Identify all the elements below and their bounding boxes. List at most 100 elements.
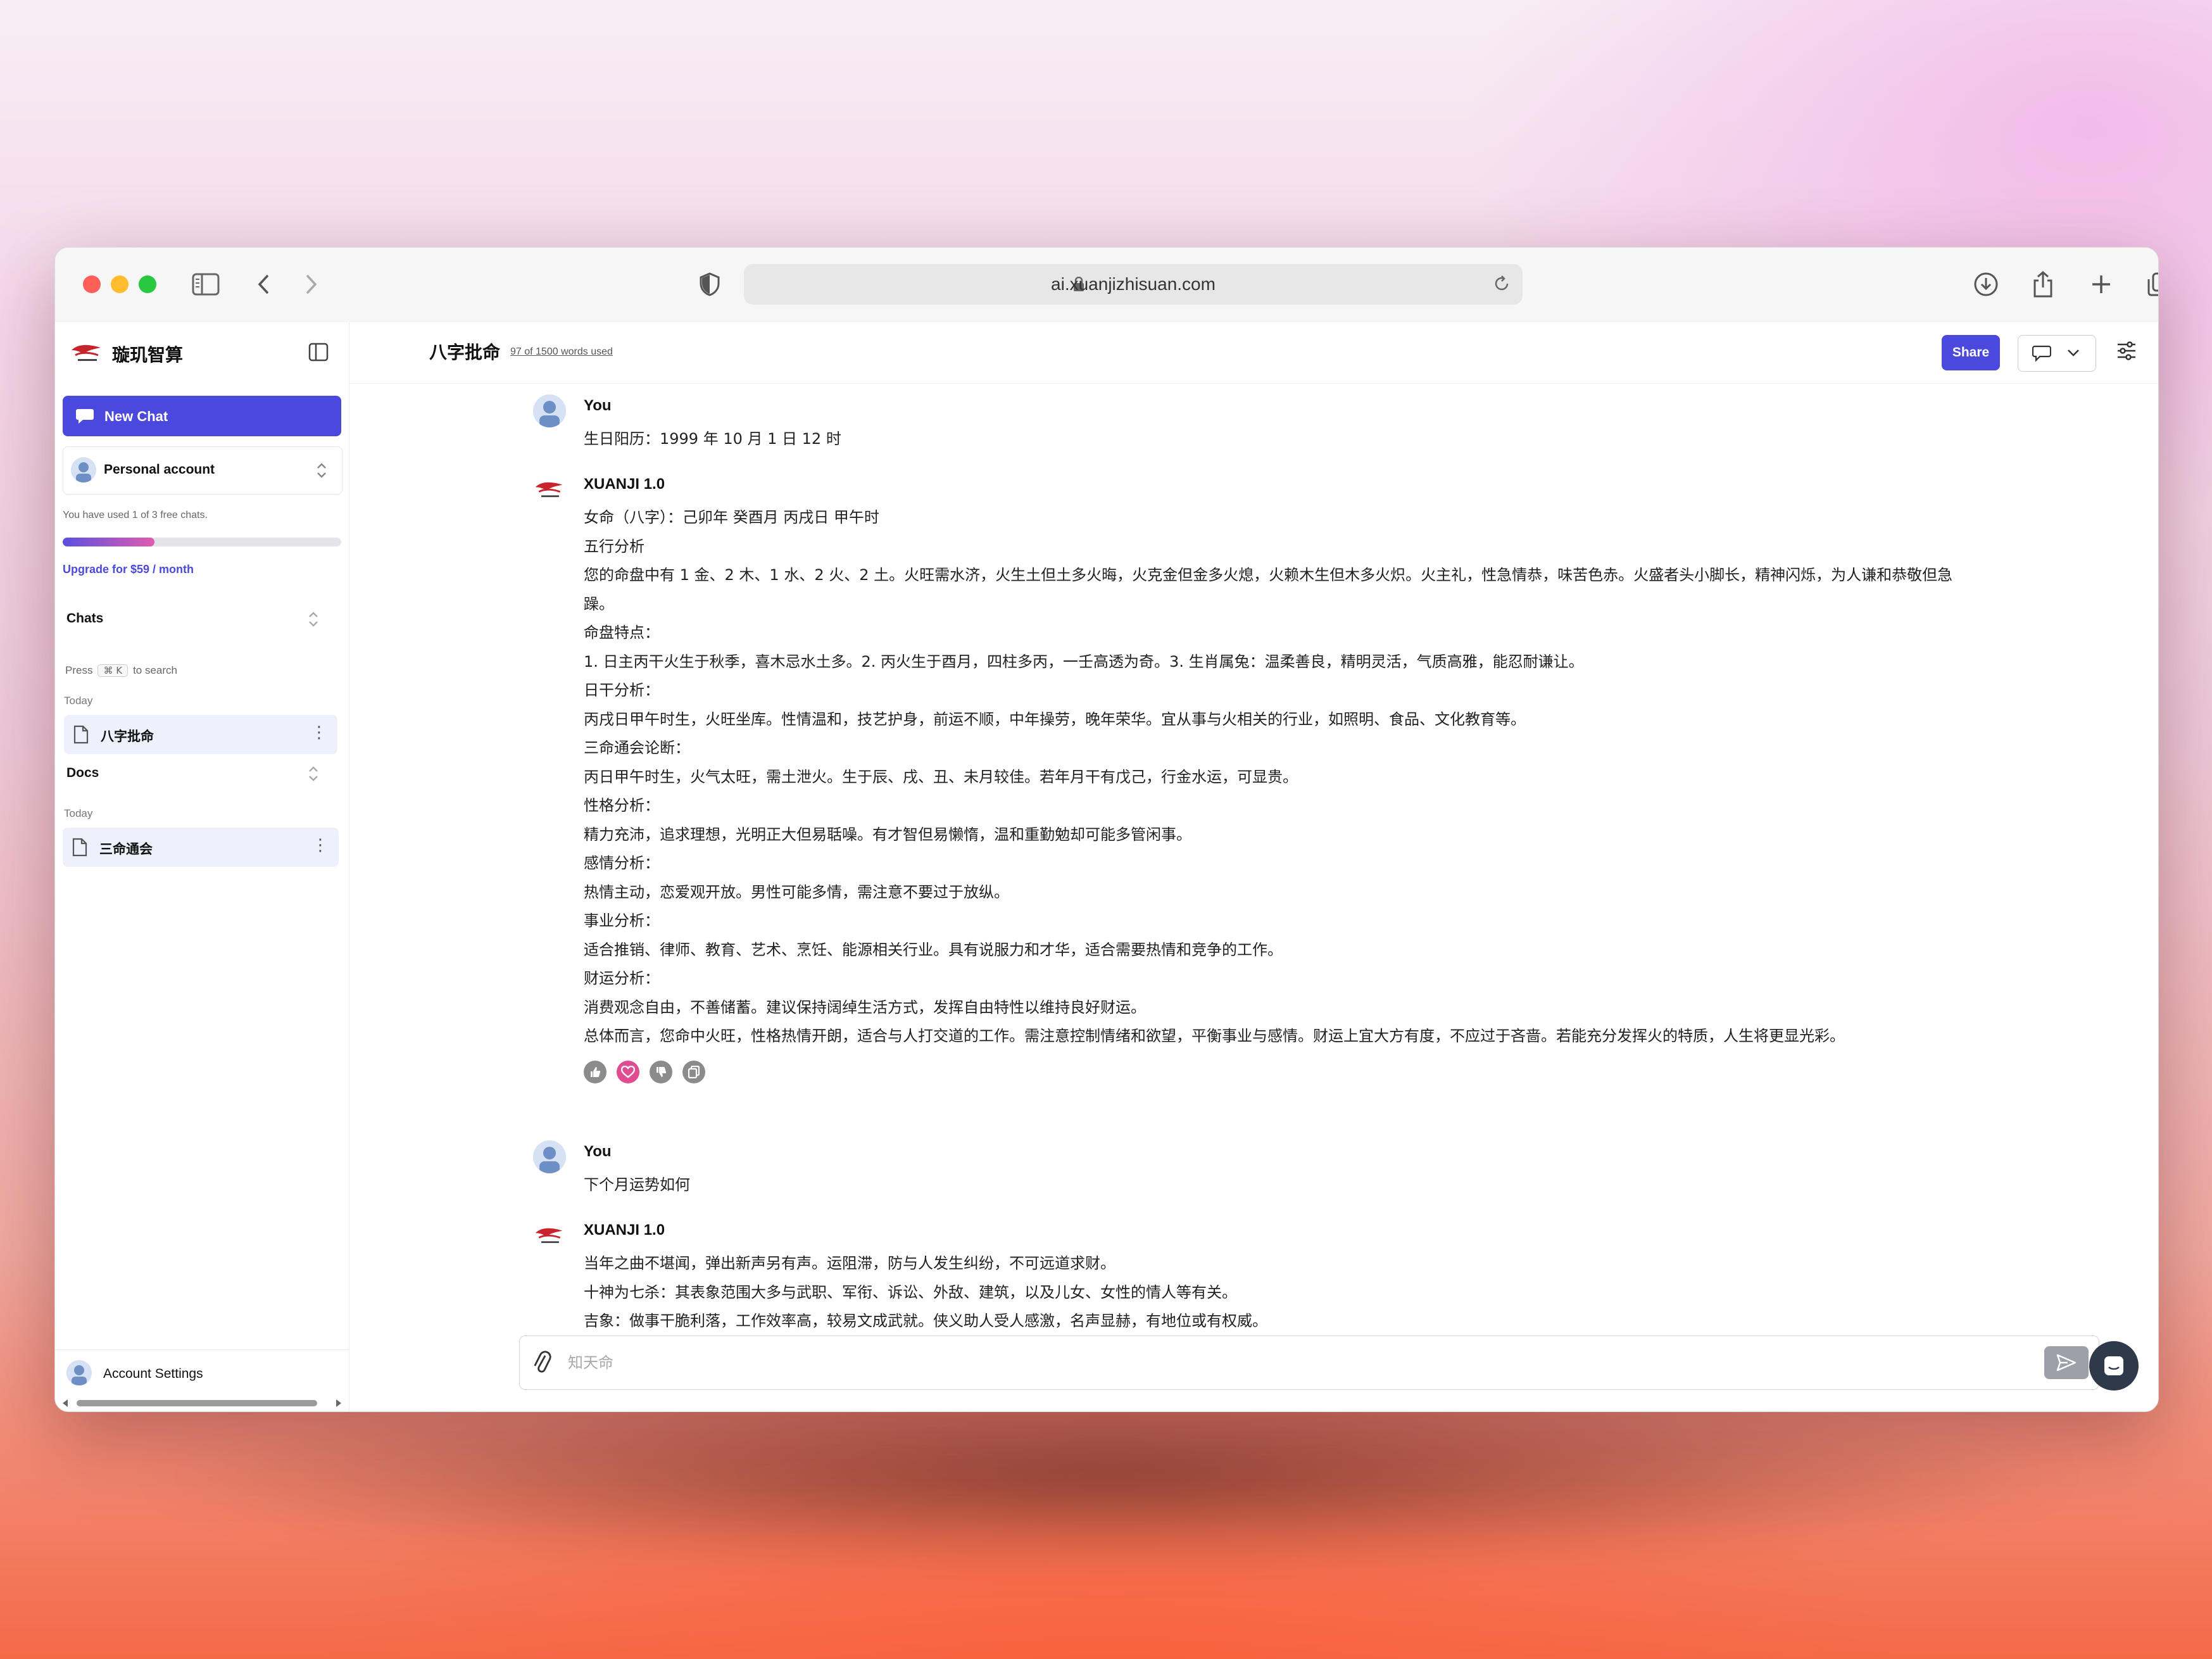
message-line: 精力充沛，追求理想，光明正大但易聒噪。有才智但易懒惰，温和重勤勉却可能多管闲事。 bbox=[584, 825, 1191, 843]
search-hint-post: to search bbox=[133, 664, 178, 676]
chats-chevron-updown-icon[interactable] bbox=[307, 610, 320, 632]
message-line: 吉象：做事干脆利落，工作效率高，较易文成武就。侠义助人受人感激，名声显赫，有地位… bbox=[584, 1312, 1267, 1330]
doc-item-label: 三命通会 bbox=[99, 842, 153, 857]
brand-name: 璇玑智算 bbox=[112, 345, 184, 365]
back-icon[interactable] bbox=[249, 269, 279, 300]
send-icon bbox=[2056, 1354, 2077, 1372]
words-used-link[interactable]: 97 of 1500 words used bbox=[510, 346, 613, 358]
browser-titlebar: ai.xuanjizhisuan.com bbox=[55, 248, 2158, 323]
minimize-window-button[interactable] bbox=[111, 275, 129, 293]
thumbs-down-icon[interactable] bbox=[650, 1061, 672, 1083]
docs-section-title[interactable]: Docs bbox=[66, 766, 99, 781]
sender-name: XUANJI 1.0 bbox=[584, 1221, 665, 1239]
message-line: 消费观念自由，不善储蓄。建议保持阔绰生活方式，发挥自由特性以维持良好财运。 bbox=[584, 998, 1146, 1016]
download-icon[interactable] bbox=[1971, 269, 2001, 300]
doc-item[interactable]: 三命通会 ⋮ bbox=[63, 828, 339, 867]
message-line: 生日阳历：1999 年 10 月 1 日 12 时 bbox=[584, 430, 841, 448]
chat-item-label: 八字批命 bbox=[101, 729, 154, 744]
new-chat-button[interactable]: New Chat bbox=[63, 396, 341, 436]
new-tab-icon[interactable] bbox=[2086, 269, 2116, 300]
search-hint: Press ⌘ K to search bbox=[65, 664, 177, 677]
message-line: 丙戌日甲午时生，火旺坐库。性情温和，技艺护身，前运不顺，中年操劳，晚年荣华。宜从… bbox=[584, 710, 1526, 728]
page-title: 八字批命 bbox=[429, 343, 501, 362]
chats-section-title[interactable]: Chats bbox=[66, 611, 103, 626]
message-line: 丙日甲午时生，火气太旺，需土泄火。生于辰、戌、丑、未月较佳。若年月干有戊己，行金… bbox=[584, 767, 1298, 786]
user-avatar bbox=[533, 1140, 566, 1173]
assistant-logo bbox=[533, 473, 566, 506]
account-settings[interactable]: Account Settings bbox=[55, 1349, 349, 1394]
account-settings-label: Account Settings bbox=[103, 1366, 203, 1381]
comment-icon bbox=[2032, 345, 2051, 362]
docs-chevron-updown-icon[interactable] bbox=[307, 764, 320, 786]
scrollbar-thumb[interactable] bbox=[77, 1400, 317, 1406]
new-chat-label: New Chat bbox=[104, 408, 168, 424]
chat-mode-dropdown[interactable] bbox=[2018, 335, 2096, 372]
scroll-right-icon[interactable] bbox=[335, 1399, 342, 1408]
search-hint-pre: Press bbox=[65, 664, 93, 676]
forward-icon[interactable] bbox=[296, 269, 326, 300]
share-icon[interactable] bbox=[2028, 269, 2058, 300]
more-options-icon[interactable]: ⋮ bbox=[312, 835, 329, 855]
header-divider bbox=[349, 383, 2158, 384]
sidebar: 璇玑智算 New Chat Personal account You have … bbox=[55, 322, 349, 1411]
message-line: 您的命盘中有 1 金、2 木、1 水、2 火、2 土。火旺需水济，火生土但土多火… bbox=[584, 566, 1953, 584]
chevron-updown-icon bbox=[315, 461, 328, 483]
heart-icon[interactable] bbox=[617, 1061, 639, 1083]
message-input[interactable] bbox=[567, 1346, 2025, 1379]
sender-name: XUANJI 1.0 bbox=[584, 476, 665, 493]
message-line: 躁。 bbox=[584, 595, 614, 613]
chats-day-label: Today bbox=[64, 695, 93, 707]
message-composer bbox=[519, 1335, 2099, 1390]
settings-sliders-icon[interactable] bbox=[2116, 340, 2137, 365]
document-icon bbox=[72, 838, 88, 860]
user-avatar bbox=[533, 394, 566, 427]
close-window-button[interactable] bbox=[83, 275, 101, 293]
message-body: 当年之曲不堪闻，弹出新声另有声。运阻滞，防与人发生纠纷，不可远道求财。 十神为七… bbox=[584, 1249, 2065, 1336]
url-text: ai.xuanjizhisuan.com bbox=[1051, 274, 1216, 294]
document-icon bbox=[73, 725, 89, 747]
upgrade-link[interactable]: Upgrade for $59 / month bbox=[63, 563, 194, 576]
usage-progress-bar bbox=[63, 538, 341, 546]
share-button[interactable]: Share bbox=[1942, 335, 2000, 370]
account-avatar bbox=[71, 457, 96, 483]
tab-overview-icon[interactable] bbox=[2144, 269, 2158, 300]
docs-day-label: Today bbox=[64, 807, 93, 819]
sender-name: You bbox=[584, 1143, 612, 1160]
message-line: 日干分析： bbox=[584, 681, 660, 699]
settings-avatar bbox=[66, 1360, 92, 1385]
sidebar-horizontal-scrollbar[interactable] bbox=[61, 1397, 342, 1409]
collapse-sidebar-icon[interactable] bbox=[308, 343, 329, 365]
usage-progress-fill bbox=[63, 538, 155, 546]
message-line: 十神为七杀：其表象范围大多与武职、军衔、诉讼、外敌、建筑，以及儿女、女性的情人等… bbox=[584, 1283, 1237, 1301]
scroll-left-icon[interactable] bbox=[61, 1399, 69, 1408]
attachment-icon[interactable] bbox=[531, 1350, 553, 1378]
sidebar-toggle-icon[interactable] bbox=[191, 269, 221, 300]
thumbs-up-icon[interactable] bbox=[584, 1061, 606, 1083]
brand-logo bbox=[69, 341, 104, 367]
message-line: 当年之曲不堪闻，弹出新声另有声。运阻滞，防与人发生纠纷，不可远道求财。 bbox=[584, 1254, 1115, 1272]
message-line: 1. 日主丙干火生于秋季，喜木忌水土多。2. 丙火生于酉月，四柱多丙，一壬高透为… bbox=[584, 652, 1584, 671]
account-switcher[interactable]: Personal account bbox=[63, 446, 342, 495]
message-line: 事业分析： bbox=[584, 912, 660, 930]
message-line: 适合推销、律师、教育、艺术、烹饪、能源相关行业。具有说服力和才华，适合需要热情和… bbox=[584, 940, 1283, 959]
message-line: 女命（八字）：己卯年 癸酉月 丙戌日 甲午时 bbox=[584, 508, 879, 526]
browser-window: ai.xuanjizhisuan.com 璇玑智算 New Chat Perso… bbox=[54, 247, 2159, 1412]
message-body: 生日阳历：1999 年 10 月 1 日 12 时 bbox=[584, 425, 2065, 454]
search-shortcut-key: ⌘ K bbox=[97, 664, 129, 677]
maximize-window-button[interactable] bbox=[139, 275, 156, 293]
assistant-logo bbox=[533, 1219, 566, 1252]
help-chat-launcher[interactable] bbox=[2089, 1341, 2139, 1391]
sender-name: You bbox=[584, 397, 612, 414]
privacy-shield-icon[interactable] bbox=[694, 269, 725, 300]
copy-icon[interactable] bbox=[682, 1061, 705, 1083]
message-line: 下个月运势如何 bbox=[584, 1176, 690, 1194]
more-options-icon[interactable]: ⋮ bbox=[311, 722, 327, 742]
usage-text: You have used 1 of 3 free chats. bbox=[63, 510, 208, 520]
chevron-down-icon bbox=[2068, 350, 2079, 356]
message-body: 女命（八字）：己卯年 癸酉月 丙戌日 甲午时 五行分析 您的命盘中有 1 金、2… bbox=[584, 503, 2065, 1051]
reload-icon[interactable] bbox=[1492, 274, 1511, 296]
address-bar[interactable]: ai.xuanjizhisuan.com bbox=[744, 264, 1523, 305]
chat-main: 八字批命 97 of 1500 words used Share You 生日阳… bbox=[349, 322, 2158, 1411]
chat-item[interactable]: 八字批命 ⋮ bbox=[64, 715, 337, 754]
send-button[interactable] bbox=[2044, 1346, 2089, 1379]
